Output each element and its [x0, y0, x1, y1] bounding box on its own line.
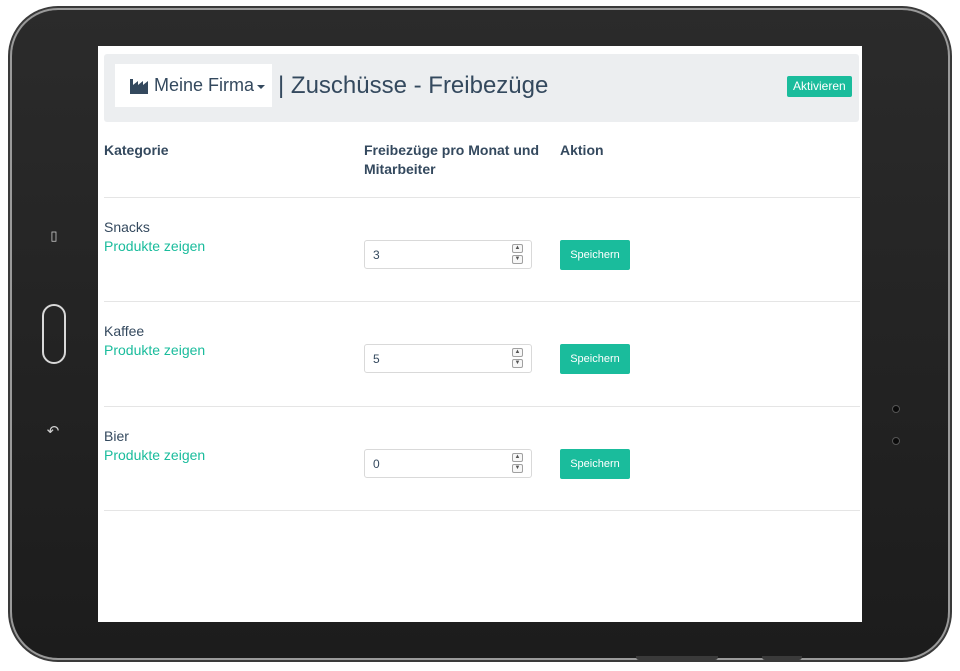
factory-icon [130, 78, 148, 94]
quantity-value: 0 [373, 457, 380, 471]
back-icon[interactable]: ↶ [46, 423, 60, 441]
save-button[interactable]: Speichern [560, 344, 630, 374]
recent-apps-icon[interactable]: ▯ [48, 228, 60, 244]
decrement-icon[interactable]: ▼ [512, 359, 523, 368]
column-header-action: Aktion [560, 142, 604, 158]
company-dropdown-button[interactable]: Meine Firma [115, 64, 272, 107]
hardware-button [636, 656, 718, 660]
show-products-link[interactable]: Produkte zeigen [104, 237, 205, 255]
show-products-link[interactable]: Produkte zeigen [104, 446, 205, 464]
column-header-free-purchases: Freibezüge pro Monat und Mitarbeiter [364, 141, 544, 179]
decrement-icon[interactable]: ▼ [512, 464, 523, 473]
activate-button[interactable]: Aktivieren [787, 76, 852, 97]
decrement-icon[interactable]: ▼ [512, 255, 523, 264]
row-divider [104, 406, 860, 407]
light-sensor [892, 437, 900, 445]
row-divider [104, 510, 860, 511]
quantity-stepper[interactable]: 5 ▲ ▼ [364, 344, 532, 373]
show-products-link[interactable]: Produkte zeigen [104, 341, 205, 359]
front-camera [892, 405, 900, 413]
screen: Meine Firma | Zuschüsse - Freibezüge Akt… [98, 46, 862, 622]
increment-icon[interactable]: ▲ [512, 453, 523, 462]
row-divider [104, 197, 860, 198]
category-name: Snacks [104, 219, 150, 235]
quantity-value: 3 [373, 248, 380, 262]
column-header-category: Kategorie [104, 142, 169, 158]
save-button[interactable]: Speichern [560, 449, 630, 479]
home-button[interactable] [42, 304, 66, 364]
chevron-down-icon [257, 84, 266, 89]
column-header-line: Mitarbeiter [364, 161, 436, 177]
quantity-stepper[interactable]: 3 ▲ ▼ [364, 240, 532, 269]
row-divider [104, 301, 860, 302]
category-name: Kaffee [104, 323, 145, 339]
column-header-line: Freibezüge pro Monat und [364, 142, 539, 158]
increment-icon[interactable]: ▲ [512, 348, 523, 357]
category-name: Bier [104, 428, 129, 444]
company-name: Meine Firma [154, 75, 255, 95]
increment-icon[interactable]: ▲ [512, 244, 523, 253]
quantity-value: 5 [373, 352, 380, 366]
page-header: Meine Firma | Zuschüsse - Freibezüge Akt… [104, 54, 859, 122]
save-button[interactable]: Speichern [560, 240, 630, 270]
quantity-stepper[interactable]: 0 ▲ ▼ [364, 449, 532, 478]
page-title: | Zuschüsse - Freibezüge [278, 72, 549, 99]
hardware-button [762, 656, 802, 660]
